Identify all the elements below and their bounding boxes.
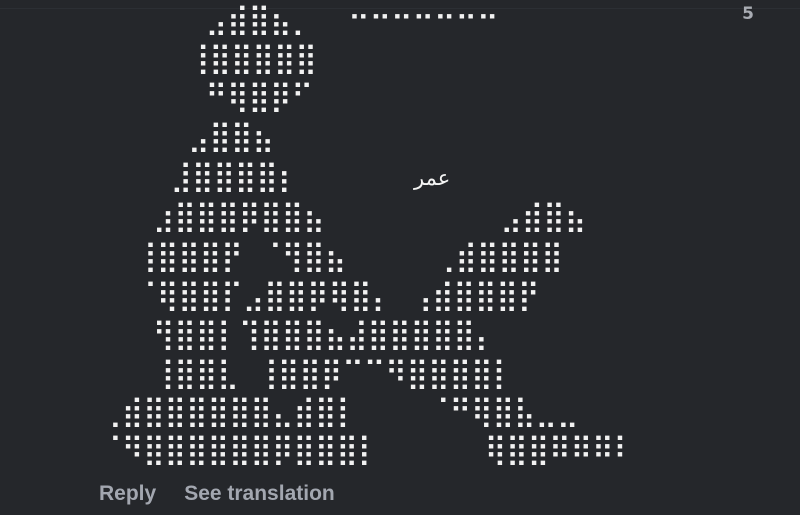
braille-art-message: ⣠⣾⣿⣦⡀ ⠒⠒⠒⠒⠒⠒⠒ ⢸⣿⣿⣿⣿⣿ ⠛⢿⣿⡿⠋ ⣠⣿⣿⣦ ⣸⣿⣿⣿⣿⡆ ⣰… bbox=[0, 0, 800, 470]
art-line: ⢸⣿⣿⣇ ⢸⣿⣿⡿⠉⠉⠻⣿⣿⣿⣿⡇ bbox=[100, 356, 515, 391]
art-line: ⠈⢿⣿⣿⡏⣠⣿⣿⡿⢿⣿⡄ ⢠⣾⣿⣿⣿⡟ bbox=[100, 278, 540, 313]
art-line: ⣠⣾⣿⣦⡀ ⠒⠒⠒⠒⠒⠒⠒ bbox=[100, 2, 499, 37]
art-line: ⢸⣿⣿⣿⣿⣿ bbox=[100, 41, 317, 76]
arabic-name-text: عمر bbox=[414, 166, 451, 190]
art-line: ⢻⣿⣿⡇⢹⣿⣿⣿⣦⣼⣿⣿⣿⣿⣿⡄ bbox=[100, 317, 497, 352]
reply-button[interactable]: Reply bbox=[99, 480, 156, 508]
art-line: ⣰⣿⣿⣿⡿⣿⣿⣦ ⣠⣾⣿⣦ bbox=[100, 199, 587, 234]
art-line: ⢸⣿⣿⣿⡟ ⠈⢻⣿⣦ ⢀⣾⣿⣿⣿⣿ bbox=[100, 239, 563, 274]
message-view: 5 ⣠⣾⣿⣦⡀ ⠒⠒⠒⠒⠒⠒⠒ ⢸⣿⣿⣿⣿⣿ ⠛⢿⣿⡿⠋ ⣠⣿⣿⣦ ⣸⣿⣿⣿⣿⡆… bbox=[0, 0, 800, 515]
art-line: ⣸⣿⣿⣿⣿⡆ bbox=[100, 159, 300, 194]
see-translation-button[interactable]: See translation bbox=[184, 480, 335, 508]
art-line: ⢀⣾⣿⣿⣿⣿⣿⣿⣄⣾⣿⡇ ⠈⠛⢿⣿⣧⣀⣀ bbox=[100, 394, 579, 429]
art-line: ⠈⠻⣿⣿⣿⣿⣿⣿⡿⣿⣿⣿⡇ ⢿⣿⣿⠿⠿⠿⠇ bbox=[100, 432, 635, 467]
message-actions: Reply See translation bbox=[99, 480, 335, 508]
art-line: ⣠⣿⣿⣦ bbox=[100, 119, 274, 154]
art-line: ⠛⢿⣿⡿⠋ bbox=[100, 79, 313, 114]
